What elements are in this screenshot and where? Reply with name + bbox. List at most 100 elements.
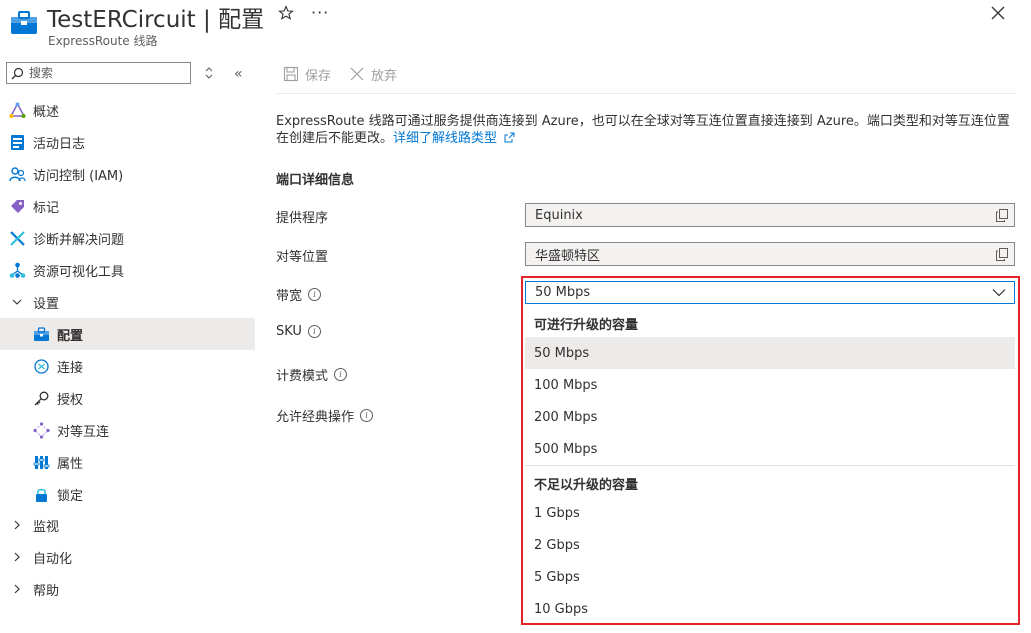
sidebar-group-automation[interactable]: 自动化 (0, 541, 255, 573)
option-label: 5 Gbps (534, 569, 580, 585)
dropdown-option[interactable]: 50 Mbps (525, 337, 1015, 369)
sort-updown-icon[interactable] (203, 66, 215, 80)
learn-more-link-text: 详细了解线路类型 (393, 131, 498, 146)
peering-location-field: 华盛顿特区 (525, 242, 1015, 266)
page-title: TestERCircuit | 配置 (47, 7, 265, 33)
collapse-sidebar-icon[interactable]: « (234, 66, 243, 82)
provider-label-text: 提供程序 (276, 211, 329, 226)
sidebar-item-label: 资源可视化工具 (33, 264, 125, 280)
sidebar-item-label: 对等互连 (57, 424, 110, 440)
option-label: 500 Mbps (534, 441, 598, 457)
peering-location-label: 对等位置 (276, 246, 328, 265)
sidebar-item-iam[interactable]: 访问控制 (IAM) (0, 158, 255, 190)
sidebar-item-diagnose[interactable]: 诊断并解决问题 (0, 222, 255, 254)
bandwidth-dropdown[interactable]: 50 Mbps (525, 281, 1015, 304)
sidebar-item-label: 诊断并解决问题 (33, 232, 125, 248)
sidebar-item-properties[interactable]: 属性 (0, 446, 255, 478)
copy-icon[interactable] (996, 209, 1008, 222)
sidebar-item-label: 监视 (33, 519, 60, 535)
sidebar-item-connections[interactable]: 连接 (0, 350, 255, 382)
dropdown-option[interactable]: 1 Gbps (525, 497, 1015, 529)
sidebar-item-label: 连接 (57, 360, 84, 376)
save-button[interactable]: 保存 (283, 64, 331, 84)
sidebar-group-settings[interactable]: 设置 (0, 286, 255, 318)
search-input[interactable] (29, 66, 179, 80)
sidebar-item-configuration[interactable]: 配置 (0, 318, 255, 350)
group-upgradable-label: 可进行升级的容量 (534, 317, 639, 333)
dropdown-option[interactable]: 500 Mbps (525, 433, 1015, 465)
sidebar-item-overview[interactable]: 概述 (0, 94, 255, 126)
sidebar-item-label: 设置 (33, 296, 60, 312)
iam-icon (9, 166, 26, 183)
activity-log-icon (9, 134, 26, 151)
info-icon[interactable]: i (334, 368, 348, 381)
bandwidth-label: 带宽 i (276, 285, 322, 304)
dropdown-group-header: 可进行升级的容量 (525, 307, 1015, 339)
option-label: 10 Gbps (534, 601, 589, 617)
visualizer-icon (9, 262, 26, 279)
sidebar-item-label: 标记 (33, 200, 60, 216)
description: ExpressRoute 线路可通过服务提供商连接到 Azure，也可以在全球对… (276, 113, 1016, 147)
dropdown-option[interactable]: 2 Gbps (525, 529, 1015, 561)
dropdown-option[interactable]: 5 Gbps (525, 561, 1015, 593)
sidebar-item-label: 授权 (57, 392, 84, 408)
section-title: 端口详细信息 (276, 173, 355, 188)
sku-label-text: SKU (276, 324, 302, 339)
sidebar-item-tags[interactable]: 标记 (0, 190, 255, 222)
peering-icon (33, 421, 50, 439)
bandwidth-dropdown-list: 可进行升级的容量 50 Mbps 100 Mbps 200 Mbps 500 M… (525, 305, 1015, 625)
dropdown-divider (525, 465, 1015, 466)
sidebar-item-locks[interactable]: 锁定 (0, 478, 255, 510)
page-subtitle: ExpressRoute 线路 (48, 34, 158, 48)
dropdown-option[interactable]: 10 Gbps (525, 593, 1015, 625)
configuration-blade: TestERCircuit | 配置 ExpressRoute 线路 ··· «… (0, 0, 1031, 633)
sidebar-item-resource-visualizer[interactable]: 资源可视化工具 (0, 254, 255, 286)
sidebar-item-label: 配置 (57, 328, 84, 344)
chevron-right-icon (14, 520, 20, 530)
chevron-right-icon (14, 584, 20, 594)
option-label: 200 Mbps (534, 409, 598, 425)
option-label: 1 Gbps (534, 505, 580, 521)
discard-button[interactable]: 放弃 (349, 64, 397, 84)
sidebar-group-help[interactable]: 帮助 (0, 573, 255, 605)
close-icon[interactable] (990, 5, 1006, 21)
sidebar-item-label: 帮助 (33, 583, 60, 599)
sidebar-item-authorizations[interactable]: 授权 (0, 382, 255, 414)
sidebar-item-label: 锁定 (57, 488, 84, 504)
peering-location-value: 华盛顿特区 (535, 248, 601, 264)
properties-icon (33, 454, 50, 471)
info-icon[interactable]: i (360, 409, 374, 422)
copy-icon[interactable] (996, 248, 1008, 261)
provider-field: Equinix (525, 203, 1015, 227)
sidebar-item-label: 自动化 (33, 551, 73, 567)
external-link-icon (504, 132, 515, 143)
toolbar-divider (276, 93, 1015, 94)
learn-more-link[interactable]: 详细了解线路类型 (393, 131, 515, 146)
bandwidth-label-text: 带宽 (276, 289, 303, 304)
provider-label: 提供程序 (276, 207, 328, 226)
group-not-upgradable-label: 不足以升级的容量 (534, 477, 639, 493)
option-label: 50 Mbps (534, 345, 590, 361)
connection-icon (33, 358, 50, 375)
info-icon[interactable]: i (308, 288, 322, 301)
overview-icon (9, 101, 26, 119)
dropdown-option[interactable]: 100 Mbps (525, 369, 1015, 401)
sidebar-item-peerings[interactable]: 对等互连 (0, 414, 255, 446)
dropdown-group-header: 不足以升级的容量 (525, 467, 1015, 499)
sku-label: SKU i (276, 324, 321, 339)
star-icon[interactable] (278, 5, 294, 21)
option-label: 2 Gbps (534, 537, 580, 553)
save-icon (283, 66, 299, 82)
info-icon[interactable]: i (307, 325, 321, 338)
tag-icon (9, 198, 26, 215)
sidebar-search[interactable] (6, 62, 191, 84)
provider-value: Equinix (535, 207, 583, 223)
more-icon[interactable]: ··· (311, 3, 329, 22)
diagnose-icon (9, 230, 26, 247)
sidebar-item-label: 活动日志 (33, 136, 86, 152)
dropdown-option[interactable]: 200 Mbps (525, 401, 1015, 433)
billing-model-label: 计费模式 i (276, 365, 348, 384)
sidebar-group-monitoring[interactable]: 监视 (0, 509, 255, 541)
sidebar-item-label: 概述 (33, 104, 60, 120)
sidebar-item-activity-log[interactable]: 活动日志 (0, 126, 255, 158)
